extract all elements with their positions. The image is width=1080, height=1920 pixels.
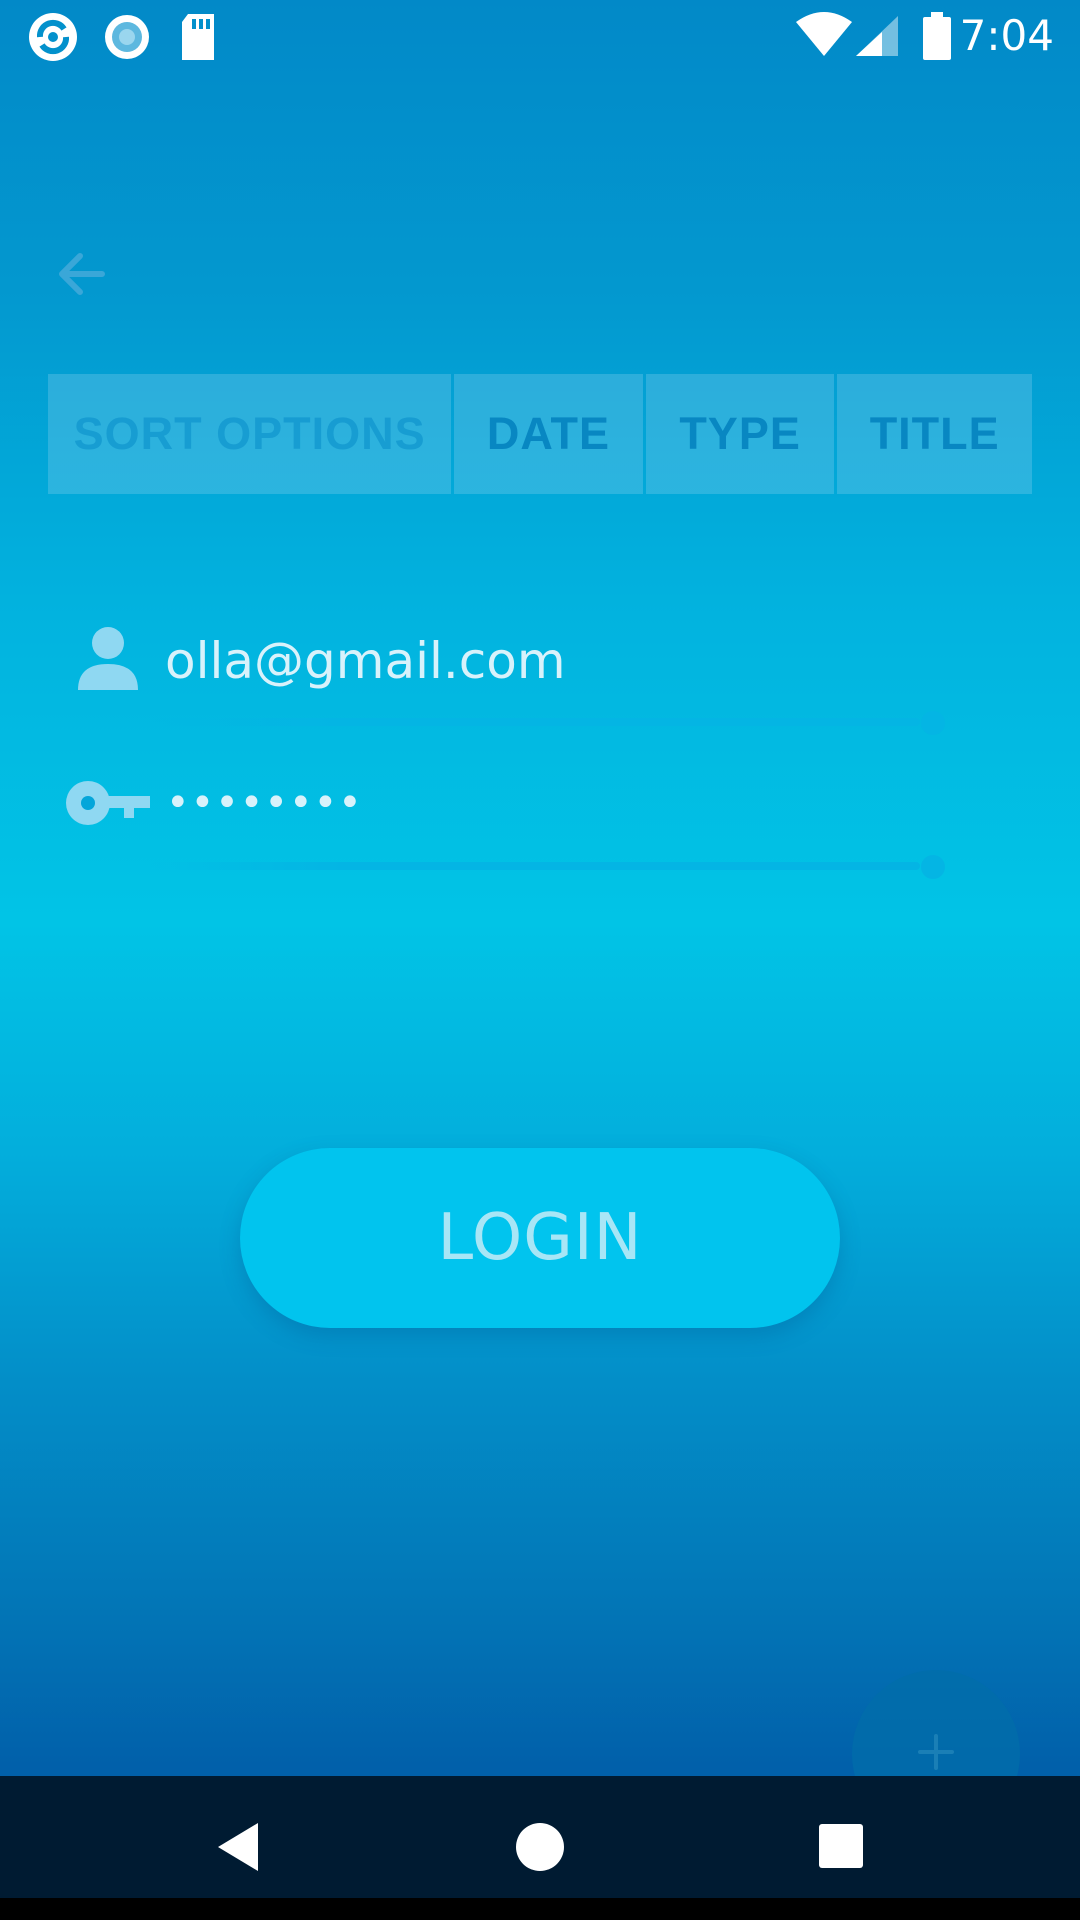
person-icon [76,626,140,694]
home-nav-icon[interactable] [514,1821,566,1877]
status-bar: 7:04 [0,0,1080,72]
wifi-icon [795,12,853,62]
app-notification-icon [26,10,80,68]
password-underline-dot [921,855,945,879]
plus-icon [914,1730,958,1778]
arrow-back-icon [50,253,110,308]
recents-nav-icon[interactable] [818,1823,864,1873]
sort-date-button[interactable]: DATE [454,374,643,494]
sort-options-title: SORT OPTIONS [48,374,452,494]
sd-card-icon [178,10,218,68]
status-time: 7:04 [959,11,1054,60]
email-underline [150,718,920,726]
sort-bar: SORT OPTIONS DATE TYPE TITLE [48,374,1032,494]
navigation-bar [0,1776,1080,1898]
sort-title-button[interactable]: TITLE [837,374,1032,494]
password-input[interactable]: •••••••• [166,778,363,828]
back-nav-icon[interactable] [214,1821,262,1877]
email-input[interactable]: olla@gmail.com [165,628,566,694]
cell-signal-icon [854,14,900,62]
password-underline [150,862,920,870]
key-icon [66,780,150,830]
record-icon [102,10,152,68]
sort-type-button[interactable]: TYPE [645,374,835,494]
battery-icon [922,12,952,64]
back-button[interactable] [50,244,120,314]
email-underline-dot [921,711,945,735]
login-button[interactable]: LOGIN [240,1148,840,1328]
navigation-bar-edge [0,1898,1080,1920]
